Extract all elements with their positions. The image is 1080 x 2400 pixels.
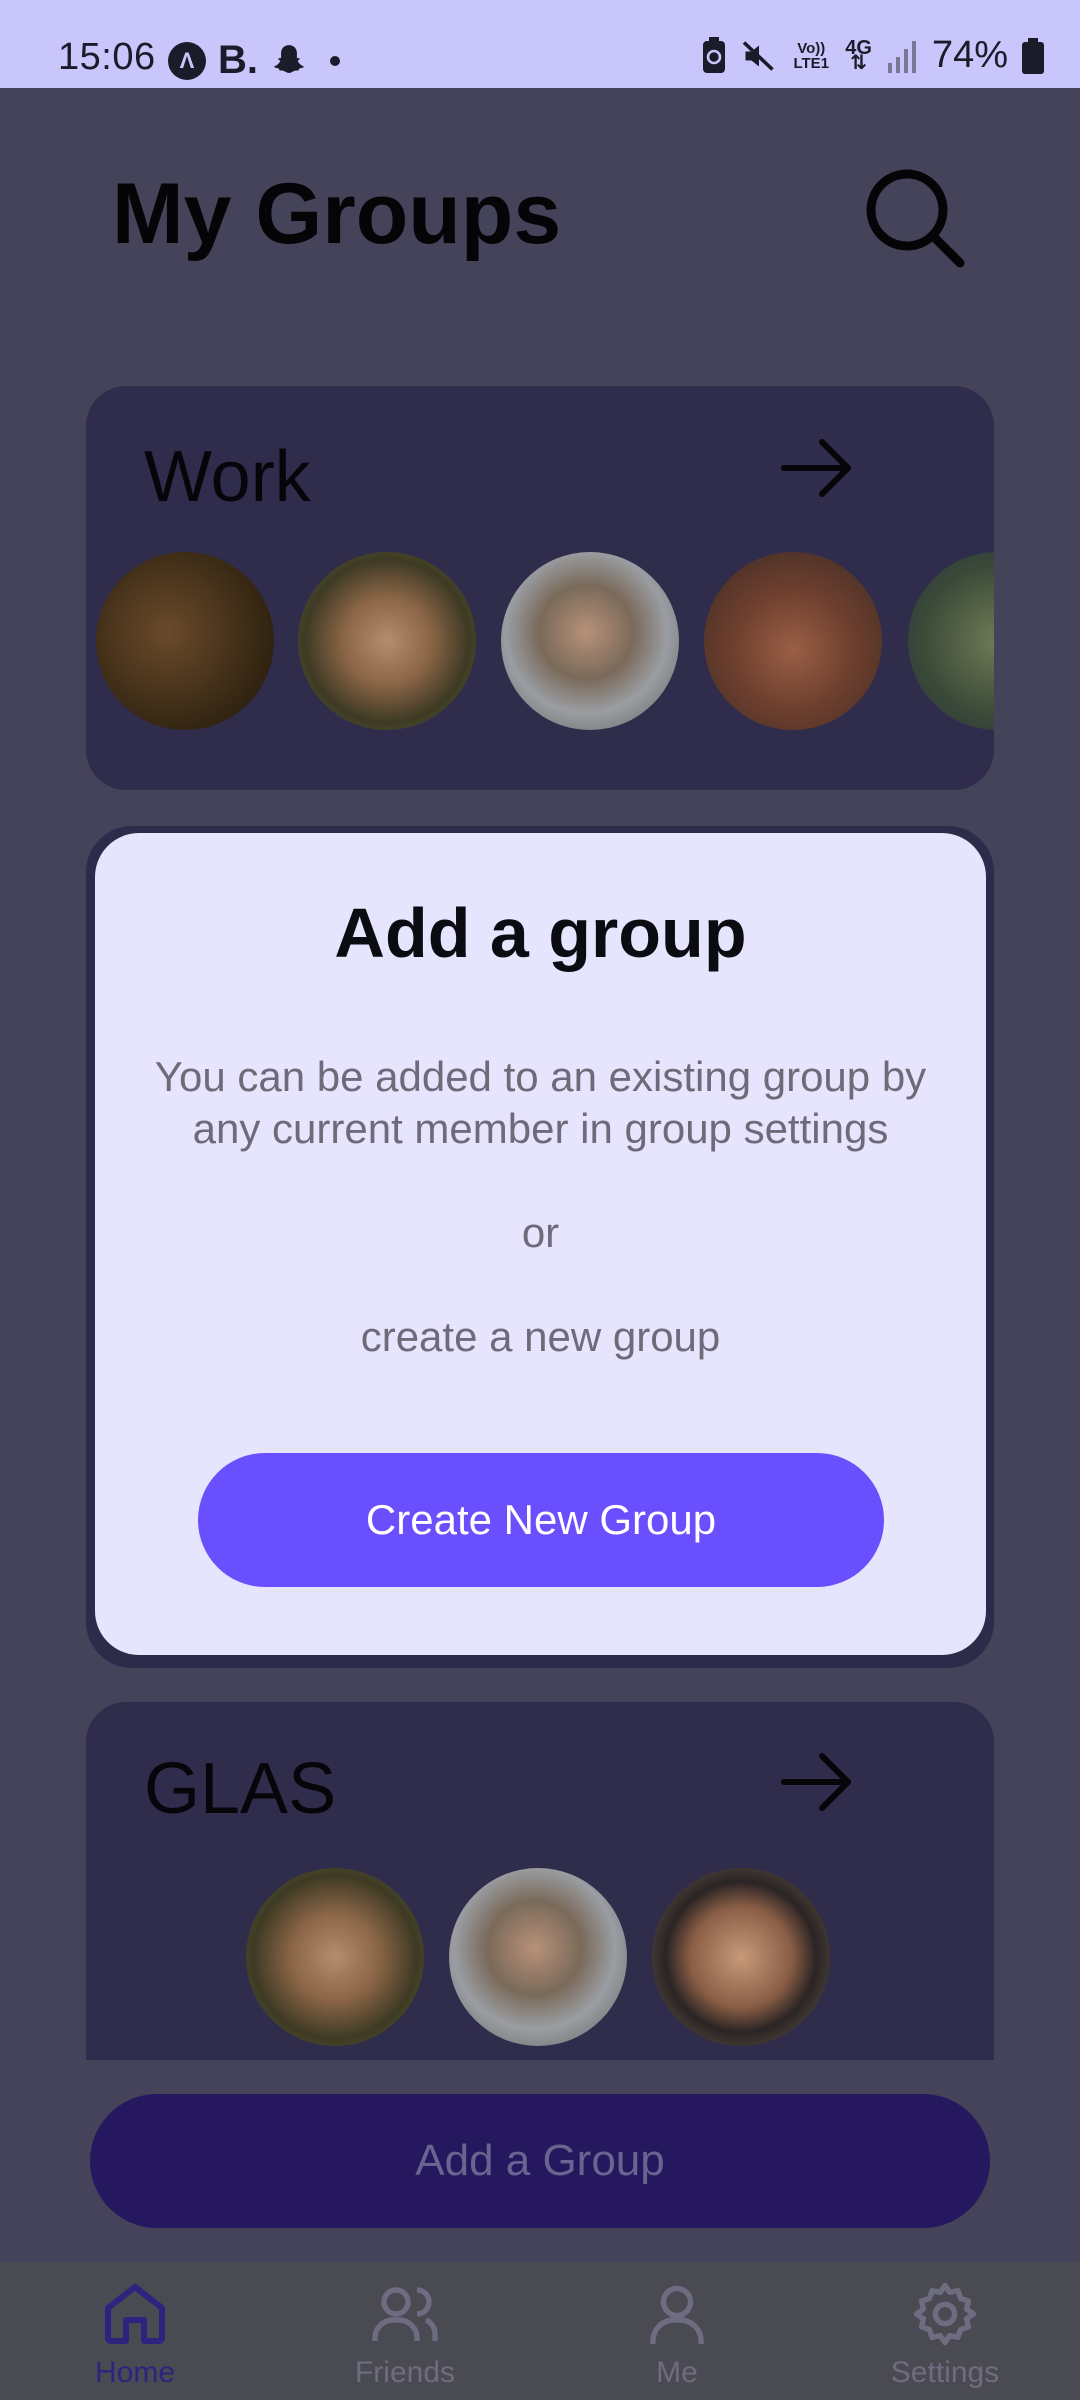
nav-label: Me [656,2356,698,2389]
arrow-right-icon[interactable] [778,428,858,508]
avatar[interactable] [704,552,882,730]
status-time: 15:06 [58,36,156,78]
nav-label: Friends [354,2356,456,2389]
add-group-button[interactable]: Add a Group [90,2094,990,2228]
nav-label: Settings [890,2356,1000,2389]
dialog-title: Add a group [334,894,747,972]
app-a-icon: Λ [168,41,206,80]
group-card-glas[interactable]: GLAS [86,1702,994,2060]
nav-me[interactable]: Me [612,2262,742,2400]
volte-icon: Vo)) LTE1 [793,39,830,72]
battery-icon [1022,37,1044,74]
status-bar: 15:06 Λ B. Vo)) LTE1 4G ⇅ 74% [0,0,1080,88]
page-title: My Groups [112,166,562,262]
arrow-right-icon[interactable] [778,1742,858,1822]
dialog-or-text: or [521,1209,560,1256]
bottom-nav: Home Friends Me Settings [0,2262,1080,2400]
search-button[interactable] [862,165,968,271]
dialog-create-text: create a new group [360,1313,721,1360]
battery-percent: 74% [931,34,1008,76]
create-new-group-button[interactable]: Create New Group [198,1453,884,1587]
group-name: Work [144,437,311,517]
avatar[interactable] [298,552,476,730]
nav-home[interactable]: Home [70,2262,200,2400]
friends-icon [372,2287,438,2341]
nav-friends[interactable]: Friends [340,2262,470,2400]
avatar[interactable] [908,552,994,730]
signal-icon [887,40,916,73]
mute-icon [743,40,774,71]
nav-label: Home [94,2356,176,2389]
battery-saver-icon [703,36,726,73]
nav-settings[interactable]: Settings [870,2262,1020,2400]
network-type: 4G ⇅ [845,36,872,74]
avatar[interactable] [449,1868,627,2046]
b-app-icon: B. [218,38,258,82]
avatar[interactable] [652,1868,830,2046]
avatar[interactable] [96,552,274,730]
avatar[interactable] [246,1868,424,2046]
add-group-dialog: Add a group You can be added to an exist… [95,833,986,1655]
person-icon [650,2285,704,2344]
dot-icon [330,55,340,66]
gear-icon [913,2282,977,2346]
snapchat-icon [273,44,305,73]
dialog-body: You can be added to an existing group by… [154,1053,927,1152]
system-icons: Vo)) LTE1 4G ⇅ 74% [701,34,1044,77]
group-card-work[interactable]: Work [86,386,994,790]
notification-icons: Λ B. [168,38,340,83]
group-name: GLAS [144,1749,337,1829]
avatar[interactable] [501,552,679,730]
home-icon [105,2284,165,2344]
search-icon [866,169,965,268]
